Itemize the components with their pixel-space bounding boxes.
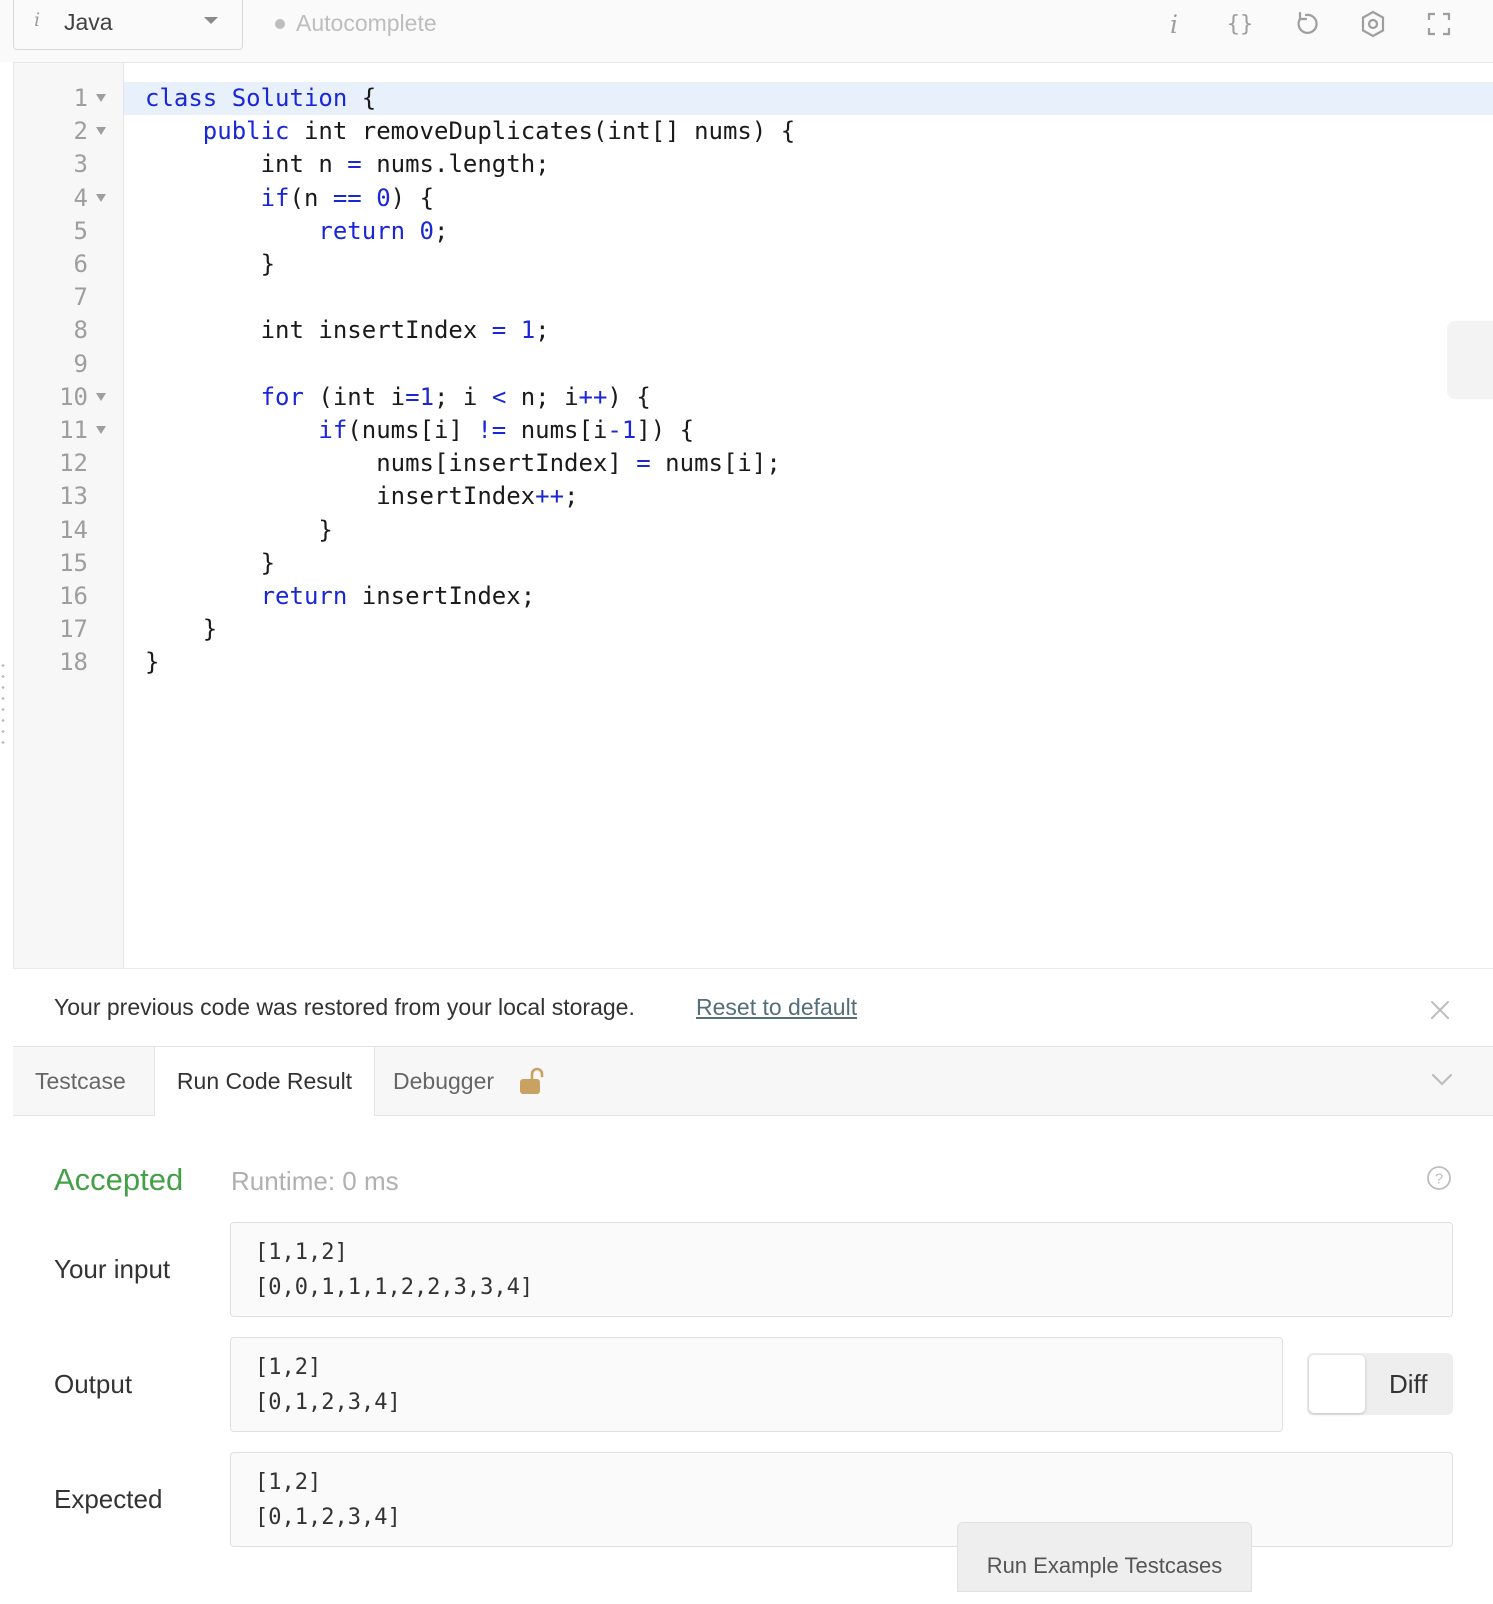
code-line[interactable]: }: [145, 646, 159, 679]
code-line[interactable]: return insertIndex;: [145, 580, 536, 613]
line-number-text: 17: [59, 615, 88, 644]
line-number-text: 10: [59, 382, 88, 411]
line-number-text: 16: [59, 582, 88, 610]
code-line[interactable]: }: [145, 514, 332, 547]
fullscreen-icon[interactable]: [1421, 6, 1457, 42]
diff-toggle-knob[interactable]: [1309, 1355, 1365, 1413]
reset-to-default-link[interactable]: Reset to default: [696, 994, 857, 1021]
line-number-text: 9: [73, 349, 88, 378]
line-number-text: 1: [73, 84, 88, 112]
reset-icon[interactable]: [1288, 6, 1324, 42]
line-number-text: 12: [59, 449, 88, 478]
diff-toggle[interactable]: Diff: [1307, 1353, 1453, 1415]
caret-down-icon: [204, 17, 218, 24]
output-box: [1,2] [0,1,2,3,4]: [230, 1337, 1283, 1432]
restore-notice-text: Your previous code was restored from you…: [54, 994, 635, 1020]
line-number-text: 18: [59, 648, 88, 677]
restore-notice: Your previous code was restored from you…: [13, 968, 1493, 1047]
code-line[interactable]: return 0;: [145, 215, 448, 248]
autocomplete-toggle-label[interactable]: Autocomplete: [296, 10, 437, 37]
tab-testcase[interactable]: Testcase: [35, 1047, 126, 1116]
fold-arrow-icon[interactable]: [96, 127, 106, 136]
line-number-text: 11: [59, 416, 88, 444]
code-line[interactable]: int insertIndex = 1;: [145, 314, 550, 347]
tab-run-code-result[interactable]: Run Code Result: [154, 1047, 375, 1117]
runtime-label: Runtime: 0 ms: [231, 1166, 399, 1196]
fold-arrow-icon[interactable]: [96, 94, 106, 102]
line-number-text: 3: [73, 150, 88, 179]
result-status: Accepted: [54, 1162, 184, 1197]
code-line[interactable]: if(nums[i] != nums[i-1]) {: [145, 414, 694, 447]
tab-debugger[interactable]: Debugger: [393, 1047, 494, 1116]
your-input-label: Your input: [54, 1254, 171, 1284]
expected-line: [1,2]: [255, 1470, 322, 1495]
help-icon[interactable]: ?: [1426, 1165, 1452, 1191]
close-icon[interactable]: [1429, 999, 1451, 1021]
line-number-text: 8: [73, 316, 88, 345]
code-line[interactable]: }: [145, 613, 217, 646]
code-line[interactable]: for (int i=1; i < n; i++) {: [145, 381, 651, 414]
output-line: [0,1,2,3,4]: [255, 1390, 401, 1415]
code-line[interactable]: int n = nums.length;: [145, 148, 550, 181]
fold-arrow-icon[interactable]: [96, 426, 106, 434]
line-number-text: 15: [59, 548, 88, 577]
language-select[interactable]: i Java: [13, 0, 243, 50]
code-line[interactable]: nums[insertIndex] = nums[i];: [145, 447, 781, 480]
language-select-value: Java: [64, 9, 113, 35]
code-line[interactable]: }: [145, 547, 275, 580]
code-line[interactable]: if(n == 0) {: [145, 182, 434, 215]
output-label: Output: [54, 1369, 133, 1399]
info-icon[interactable]: i: [1156, 6, 1192, 42]
fold-arrow-icon[interactable]: [96, 392, 106, 401]
fold-arrow-icon[interactable]: [96, 193, 106, 202]
language-info-icon: i: [34, 9, 41, 31]
line-number-text: 5: [73, 216, 88, 245]
expected-box: [1,2] [0,1,2,3,4]: [230, 1452, 1453, 1547]
code-line[interactable]: public int removeDuplicates(int[] nums) …: [145, 115, 795, 148]
line-number-text: 6: [73, 250, 88, 278]
run-example-testcases-button[interactable]: Run Example Testcases: [957, 1522, 1252, 1592]
code-line[interactable]: }: [145, 248, 275, 281]
autocomplete-status-dot[interactable]: [275, 19, 285, 29]
output-line: [1,2]: [255, 1355, 322, 1380]
resize-handle[interactable]: [0, 660, 6, 748]
settings-icon[interactable]: [1355, 6, 1391, 42]
editor-toolbar: i Java Autocomplete i {}: [0, 0, 1493, 62]
lock-icon: [520, 1067, 544, 1094]
your-input-box[interactable]: [1,1,2] [0,0,1,1,1,2,2,3,3,4]: [230, 1222, 1453, 1317]
line-number-text: 7: [73, 283, 88, 312]
diff-toggle-label: Diff: [1389, 1369, 1428, 1399]
expected-line: [0,1,2,3,4]: [255, 1505, 401, 1530]
side-panel-handle[interactable]: [1447, 321, 1493, 399]
braces-icon[interactable]: {}: [1222, 6, 1258, 42]
svg-text:?: ?: [1435, 1171, 1443, 1188]
line-number-text: 2: [73, 117, 88, 146]
code-line[interactable]: class Solution {: [145, 82, 376, 115]
line-number-text: 14: [59, 515, 88, 544]
your-input-line: [1,1,2]: [255, 1240, 348, 1265]
console-tabs: Testcase Run Code Result Debugger: [13, 1046, 1493, 1117]
code-editor[interactable]: 1 2 3 4 5 6 7 8 9 10 11 12 13 14 15 16 17 18 class Soluti…: [13, 62, 1493, 969]
code-line[interactable]: insertIndex++;: [145, 480, 578, 513]
line-number-gutter: 1 2 3 4 5 6 7 8 9 10 11 12 13 14 15 16 17 18: [14, 63, 124, 969]
your-input-line: [0,0,1,1,1,2,2,3,3,4]: [255, 1275, 534, 1300]
line-number-text: 13: [59, 482, 88, 511]
line-number-text: 4: [73, 183, 88, 212]
chevron-down-icon[interactable]: [1431, 1073, 1453, 1087]
run-code-result-panel: Accepted Runtime: 0 ms ? Your input [1,1…: [13, 1116, 1493, 1604]
expected-label: Expected: [54, 1484, 163, 1514]
